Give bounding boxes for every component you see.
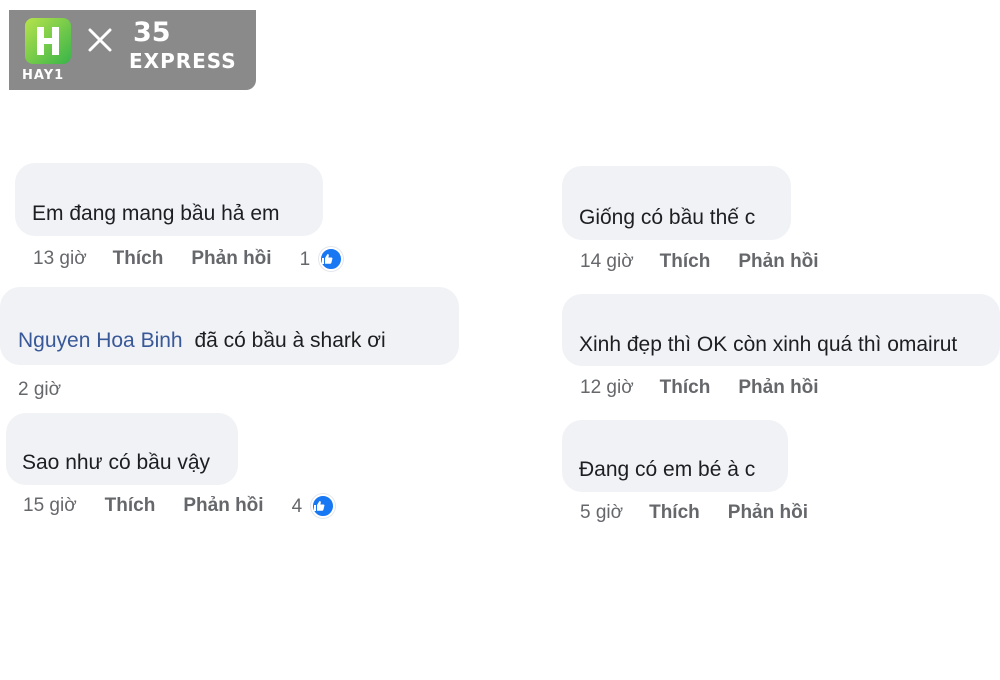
reaction-summary[interactable]: 4 [292,494,336,518]
comment-text: Em đang mang bầu hả em [32,202,280,225]
comment-meta: 5 giờ Thích Phản hồi [580,500,808,526]
like-button[interactable]: Thích [649,502,700,524]
like-button[interactable]: Thích [660,251,711,273]
comment-text: Giống có bầu thế c [579,206,756,229]
partner-number: 35 [133,17,171,48]
comment-time[interactable]: 15 giờ [23,495,77,517]
like-icon [319,247,344,271]
comment-meta: 12 giờ Thích Phản hồi [580,375,819,401]
comment-time[interactable]: 14 giờ [580,251,634,273]
reply-button[interactable]: Phản hồi [738,251,818,273]
reaction-count: 1 [299,249,311,270]
close-cross-icon [88,28,112,52]
reply-button[interactable]: Phản hồi [183,495,263,517]
reply-button[interactable]: Phản hồi [728,502,808,524]
comment-bubble: Nguyen Hoa Binh đã có bầu à shark ơi [0,287,459,365]
comment-bubble: Xinh đẹp thì OK còn xinh quá thì omairut [562,294,1000,366]
watermark-logo: HAY1 35 EXPRESS [9,10,256,90]
reaction-count: 4 [291,496,303,517]
comment-meta: 2 giờ [18,377,61,403]
comment-text: Xinh đẹp thì OK còn xinh quá thì omairut [579,333,958,356]
like-button[interactable]: Thích [113,248,164,270]
reply-button[interactable]: Phản hồi [738,377,818,399]
comment-text: Đang có em bé à c [579,458,756,481]
comment-time[interactable]: 12 giờ [580,377,634,399]
comment-author-link[interactable]: Nguyen Hoa Binh [18,329,183,352]
like-icon [311,494,336,518]
comment-time[interactable]: 2 giờ [18,379,61,401]
comment-bubble: Em đang mang bầu hả em [15,163,323,236]
partner-name: EXPRESS [129,49,237,73]
like-button[interactable]: Thích [105,495,156,517]
comment-meta: 13 giờ Thích Phản hồi 1 [33,246,344,272]
hay1-logo-icon [25,18,71,64]
comment-bubble: Giống có bầu thế c [562,166,791,240]
reaction-summary[interactable]: 1 [300,247,344,271]
like-button[interactable]: Thích [660,377,711,399]
comment-bubble: Sao như có bầu vậy [6,413,238,485]
comment-meta: 14 giờ Thích Phản hồi [580,249,819,275]
reply-button[interactable]: Phản hồi [191,248,271,270]
comment-meta: 15 giờ Thích Phản hồi 4 [23,493,336,519]
hay1-brand-name: HAY1 [22,68,65,83]
comment-time[interactable]: 13 giờ [33,248,87,270]
comment-text: Sao như có bầu vậy [22,451,211,474]
comment-text: đã có bầu à shark ơi [194,329,386,352]
comment-time[interactable]: 5 giờ [580,502,623,524]
comment-bubble: Đang có em bé à c [562,420,788,492]
